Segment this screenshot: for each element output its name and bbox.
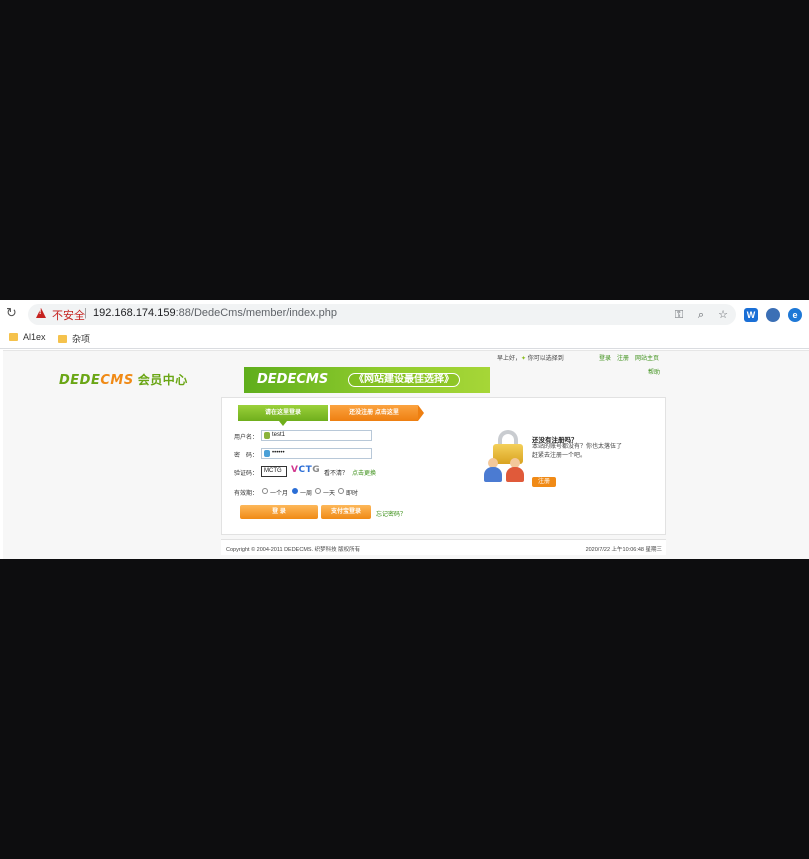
tab-login[interactable]: 请在这里登录 (238, 405, 328, 426)
username-field[interactable]: test1 (261, 430, 372, 441)
username-label: 用户名： (234, 435, 259, 441)
alipay-login-button[interactable]: 支付宝登录 (321, 505, 371, 519)
address-separator: | (84, 307, 87, 319)
validity-radio-day[interactable] (315, 488, 321, 494)
ie-extension-icon[interactable]: e (788, 308, 802, 322)
site-logo[interactable]: DEDECMS 会员中心 (59, 371, 188, 388)
banner-slogan: 《网站建设最佳选择》 (348, 373, 460, 387)
folder-icon (58, 335, 67, 343)
validity-option-month: 一个月 (270, 491, 289, 497)
shield-extension-icon[interactable] (766, 308, 780, 322)
tab-register[interactable]: 还没注册 点击这里 (330, 405, 424, 421)
validity-option-week: 一周 (300, 491, 313, 497)
captcha-hint: 看不清？ (324, 471, 349, 477)
validity-label: 有效期： (234, 491, 259, 497)
bookmark-al1ex[interactable]: Al1ex (9, 332, 46, 342)
forgot-password-link[interactable]: 忘记密码？ (376, 509, 406, 518)
zoom-icon[interactable]: ⌕ (694, 308, 708, 322)
address-bar[interactable]: 不安全 | 192.168.174.159:88/DedeCms/member/… (28, 304, 736, 325)
help-link[interactable]: 帮助 (648, 367, 660, 376)
top-register-link[interactable]: 注册 (617, 353, 629, 362)
bookmark-misc[interactable]: 杂项 (58, 332, 90, 345)
security-label[interactable]: 不安全 (52, 307, 85, 323)
user-icon: ✦ (521, 356, 527, 362)
lock-icon (264, 450, 270, 457)
bookmarks-bar: Al1ex 杂项 (0, 329, 809, 349)
banner-brand: DEDECMS (257, 372, 329, 387)
register-button[interactable]: 注册 (532, 477, 556, 487)
validity-radio-week[interactable] (292, 488, 298, 494)
greeting-text: 早上好，✦ 你可以选择到 (497, 356, 564, 362)
captcha-label: 验证码： (234, 471, 259, 477)
validity-option-instant: 即时 (346, 491, 359, 497)
browser-toolbar: ↻ 不安全 | 192.168.174.159:88/DedeCms/membe… (0, 300, 809, 329)
folder-icon (9, 333, 18, 341)
captcha-field[interactable]: MCTG (261, 466, 287, 477)
password-label: 密 码： (234, 453, 259, 459)
footer: Copyright © 2004-2011 DEDECMS. 织梦科技 版权所有… (221, 539, 666, 555)
validity-radio-month[interactable] (262, 488, 268, 494)
login-button[interactable]: 登 录 (240, 505, 318, 519)
login-panel: 请在这里登录 还没注册 点击这里 用户名： test1 密 码： •••••• … (221, 397, 666, 535)
reload-icon[interactable]: ↻ (6, 307, 20, 321)
warning-icon[interactable] (36, 308, 46, 318)
top-site-home-link[interactable]: 网站主页 (635, 353, 659, 362)
captcha-image[interactable]: VCTG (291, 465, 320, 475)
validity-radio-instant[interactable] (338, 488, 344, 494)
password-field[interactable]: •••••• (261, 448, 372, 459)
w-extension-icon[interactable]: W (744, 308, 758, 322)
key-icon[interactable]: ⚿ (672, 308, 686, 322)
ad-banner[interactable]: DEDECMS 《网站建设最佳选择》 (244, 367, 490, 393)
user-icon (264, 432, 270, 439)
url-text[interactable]: 192.168.174.159:88/DedeCms/member/index.… (93, 307, 337, 319)
copyright-text: Copyright © 2004-2011 DEDECMS. 织梦科技 版权所有 (226, 547, 361, 553)
register-description: 本站的账号都没有？你也太落伍了 赶紧去注册一个吧。 (532, 444, 623, 459)
validity-option-day: 一天 (323, 491, 336, 497)
footer-datetime: 2020/7/22 上午10:06:48 星期三 (585, 547, 662, 553)
star-icon[interactable]: ☆ (716, 308, 730, 322)
top-login-link[interactable]: 登录 (599, 353, 611, 362)
page-content: 早上好，✦ 你可以选择到 登录 注册 网站主页 帮助 DEDECMS 会员中心 D… (3, 350, 809, 559)
captcha-refresh-link[interactable]: 点击更换 (352, 468, 376, 477)
members-lock-icon (484, 430, 528, 484)
browser-screenshot: ↻ 不安全 | 192.168.174.159:88/DedeCms/membe… (0, 300, 809, 559)
top-divider (3, 350, 809, 351)
